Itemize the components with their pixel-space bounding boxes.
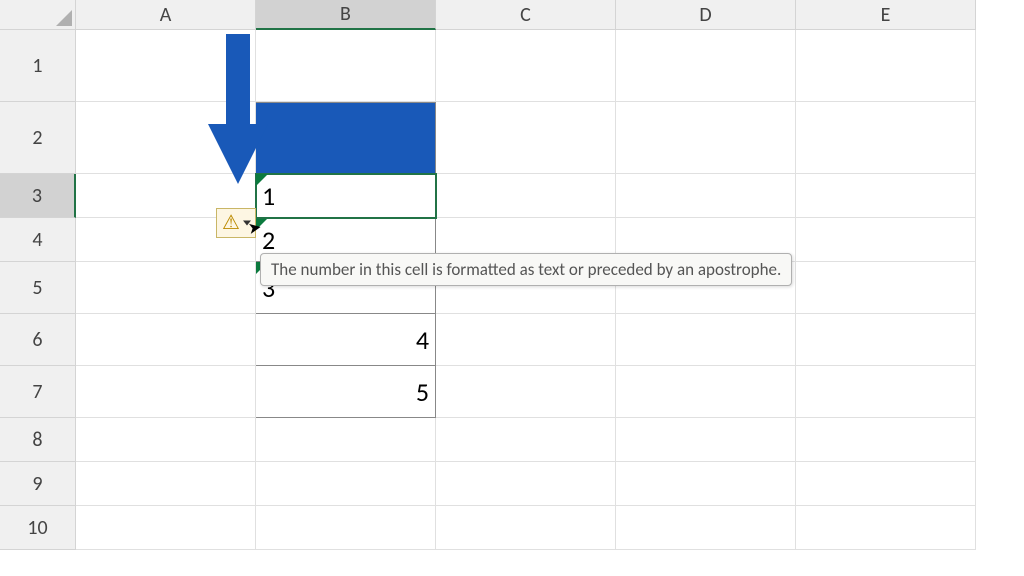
- chevron-down-icon: [243, 221, 251, 226]
- cell-D2[interactable]: [616, 102, 796, 174]
- error-check-button[interactable]: ⚠: [216, 208, 256, 238]
- col-header-A[interactable]: A: [76, 0, 256, 30]
- col-header-B[interactable]: B: [256, 0, 436, 30]
- col-header-C[interactable]: C: [436, 0, 616, 30]
- cell-E5[interactable]: [796, 262, 976, 314]
- cell-D7[interactable]: [616, 366, 796, 418]
- cell-B2[interactable]: [256, 102, 436, 174]
- spreadsheet-grid: A B C D E 1 2 3 4 5 6 7 8 9 10: [0, 0, 1024, 576]
- cell-A5[interactable]: [76, 262, 256, 314]
- row-header-1[interactable]: 1: [0, 30, 76, 102]
- cell-A10[interactable]: [76, 506, 256, 550]
- cell-C9[interactable]: [436, 462, 616, 506]
- cell-E7[interactable]: [796, 366, 976, 418]
- table-row: 4: [76, 314, 976, 366]
- error-tooltip: The number in this cell is formatted as …: [260, 253, 792, 286]
- cell-A9[interactable]: [76, 462, 256, 506]
- row-header-5[interactable]: 5: [0, 262, 76, 314]
- cell-C6[interactable]: [436, 314, 616, 366]
- row-header-7[interactable]: 7: [0, 366, 76, 418]
- cell-B3[interactable]: 1: [256, 174, 436, 218]
- cell-C8[interactable]: [436, 418, 616, 462]
- cell-B10[interactable]: [256, 506, 436, 550]
- row-header-9[interactable]: 9: [0, 462, 76, 506]
- cell-value: 5: [416, 376, 429, 408]
- cell-D10[interactable]: [616, 506, 796, 550]
- table-row: 5: [76, 366, 976, 418]
- cell-D6[interactable]: [616, 314, 796, 366]
- cell-B8[interactable]: [256, 418, 436, 462]
- cell-D8[interactable]: [616, 418, 796, 462]
- column-headers: A B C D E: [76, 0, 976, 30]
- warning-icon: ⚠: [222, 213, 240, 233]
- error-triangle-icon: [256, 218, 268, 230]
- cell-D9[interactable]: [616, 462, 796, 506]
- cell-C7[interactable]: [436, 366, 616, 418]
- row-header-10[interactable]: 10: [0, 506, 76, 550]
- cell-E10[interactable]: [796, 506, 976, 550]
- cell-E6[interactable]: [796, 314, 976, 366]
- cell-A8[interactable]: [76, 418, 256, 462]
- cell-E8[interactable]: [796, 418, 976, 462]
- cell-D3[interactable]: [616, 174, 796, 218]
- row-header-8[interactable]: 8: [0, 418, 76, 462]
- cell-B7[interactable]: 5: [256, 366, 436, 418]
- col-header-E[interactable]: E: [796, 0, 976, 30]
- annotation-arrow-icon: [208, 34, 268, 184]
- cell-E3[interactable]: [796, 174, 976, 218]
- table-row: [76, 418, 976, 462]
- cell-C1[interactable]: [436, 30, 616, 102]
- cell-value: 4: [416, 324, 429, 356]
- cell-B9[interactable]: [256, 462, 436, 506]
- cell-B1[interactable]: [256, 30, 436, 102]
- row-header-6[interactable]: 6: [0, 314, 76, 366]
- table-row: [76, 506, 976, 550]
- cell-C10[interactable]: [436, 506, 616, 550]
- cell-E1[interactable]: [796, 30, 976, 102]
- col-header-D[interactable]: D: [616, 0, 796, 30]
- table-row: [76, 462, 976, 506]
- row-header-2[interactable]: 2: [0, 102, 76, 174]
- cell-C2[interactable]: [436, 102, 616, 174]
- cell-E2[interactable]: [796, 102, 976, 174]
- cell-C3[interactable]: [436, 174, 616, 218]
- cell-B6[interactable]: 4: [256, 314, 436, 366]
- row-header-3[interactable]: 3: [0, 174, 76, 218]
- cell-D1[interactable]: [616, 30, 796, 102]
- cell-E9[interactable]: [796, 462, 976, 506]
- cell-E4[interactable]: [796, 218, 976, 262]
- row-headers: 1 2 3 4 5 6 7 8 9 10: [0, 30, 76, 550]
- cell-A7[interactable]: [76, 366, 256, 418]
- select-all-corner[interactable]: [0, 0, 76, 30]
- cell-A6[interactable]: [76, 314, 256, 366]
- row-header-4[interactable]: 4: [0, 218, 76, 262]
